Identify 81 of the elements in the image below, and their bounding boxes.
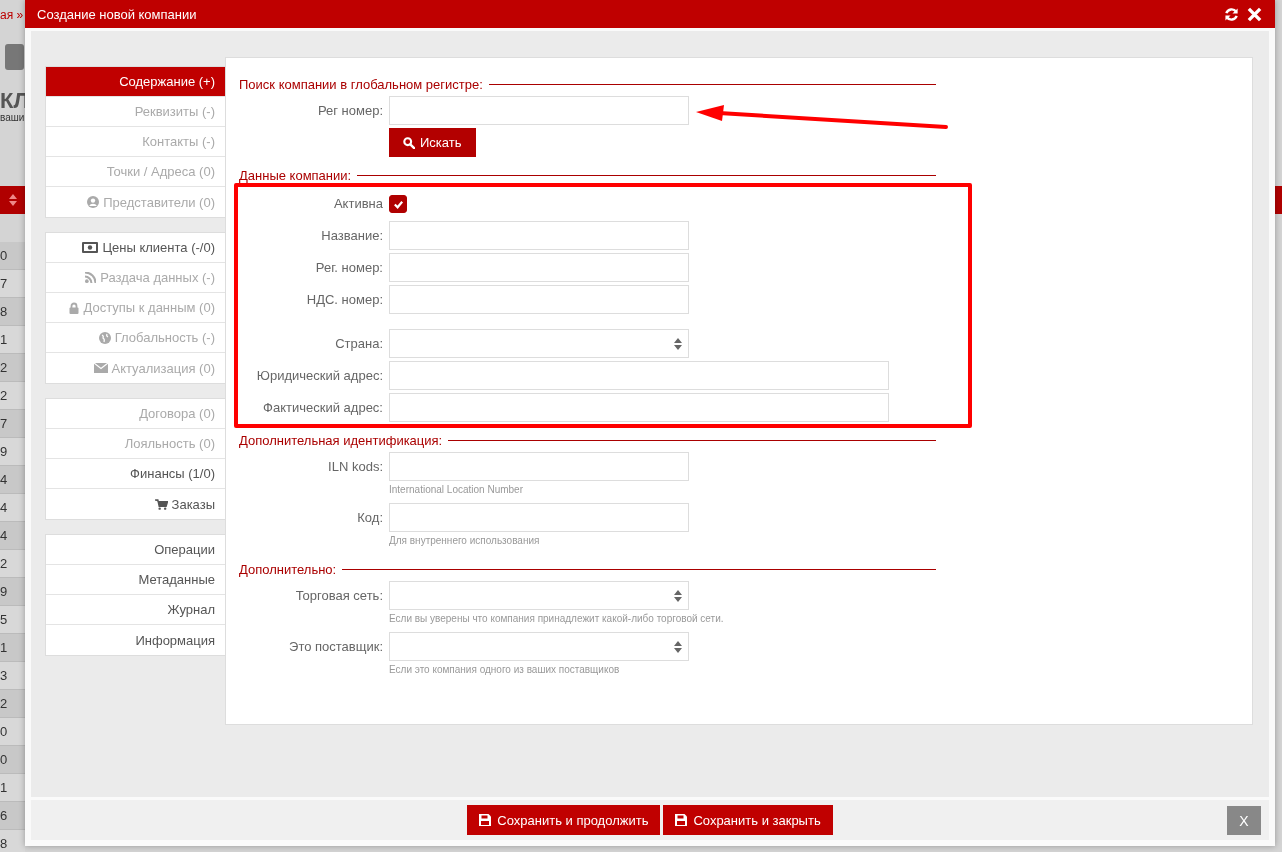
cart-icon: [154, 498, 168, 510]
table-cell: 0: [0, 248, 8, 263]
user-icon: [87, 196, 100, 208]
dropdown-icon: [674, 640, 682, 653]
input-field[interactable]: [389, 393, 889, 422]
select-field[interactable]: [389, 329, 689, 358]
table-cell: 1: [0, 640, 8, 655]
section-title: Дополнительная идентификация:: [239, 432, 443, 448]
input-field[interactable]: [389, 503, 689, 532]
sidebar-tab[interactable]: Цены клиента (-/0): [46, 233, 225, 263]
table-cell: 2: [0, 388, 8, 403]
section-title: Поиск компании в глобальном регистре:: [239, 76, 483, 92]
select-field[interactable]: [389, 632, 689, 661]
input-field[interactable]: [389, 221, 689, 250]
banknote-icon: [82, 242, 99, 253]
field-label: Рег. номер:: [314, 259, 384, 277]
field-label: Рег номер:: [316, 102, 384, 120]
table-cell: 8: [0, 304, 8, 319]
lock-icon: [69, 301, 80, 314]
close-icon[interactable]: [1247, 6, 1262, 22]
table-cell: 6: [0, 808, 8, 823]
field-label: Страна:: [334, 335, 384, 353]
section-title: Данные компании:: [239, 167, 352, 183]
input-field[interactable]: [389, 285, 689, 314]
sidebar-tab[interactable]: Информация: [46, 625, 225, 655]
field-label: НДС. номер:: [305, 291, 384, 309]
help-text: Для внутреннего использования: [389, 535, 541, 546]
search-icon: [403, 136, 415, 149]
table-cell: 4: [0, 472, 8, 487]
table-cell: 0: [0, 752, 8, 767]
globe-icon: [98, 331, 111, 344]
table-cell: 5: [0, 612, 8, 627]
table-cell: 2: [0, 360, 8, 375]
table-cell: 7: [0, 276, 8, 291]
table-cell: 0: [0, 724, 8, 739]
field-label: Код:: [356, 509, 384, 527]
table-cell: 1: [0, 332, 8, 347]
rss-icon: [85, 272, 97, 283]
sidebar-tab[interactable]: Заказы: [46, 489, 225, 519]
dropdown-icon: [674, 589, 682, 602]
field-label: Торговая сеть:: [294, 587, 384, 605]
field-label: ILN kods:: [327, 458, 384, 476]
save-button[interactable]: Сохранить и продолжить: [467, 805, 661, 835]
checkbox[interactable]: [389, 195, 407, 213]
refresh-icon[interactable]: [1224, 6, 1239, 22]
field-label: Фактический адрес:: [262, 399, 384, 417]
table-cell: 2: [0, 556, 8, 571]
table-cell: 9: [0, 584, 8, 599]
save-button[interactable]: Сохранить и закрыть: [663, 805, 833, 835]
dialog-title: Создание новой компании: [37, 6, 197, 22]
input-field[interactable]: [389, 96, 689, 125]
sidebar-tab[interactable]: Содержание (+): [46, 67, 225, 97]
table-cell: 2: [0, 696, 8, 711]
table-cell: 1: [0, 780, 8, 795]
table-cell: 8: [0, 836, 8, 851]
section-title: Дополнительно:: [239, 561, 337, 577]
input-field[interactable]: [389, 452, 689, 481]
dropdown-icon: [674, 337, 682, 350]
input-field[interactable]: [389, 361, 889, 390]
field-label: Это поставщик:: [288, 638, 384, 656]
select-field[interactable]: [389, 581, 689, 610]
help-text: Если вы уверены что компания принадлежит какой-либо торговой сети.: [389, 613, 724, 624]
help-text: International Location Number: [389, 484, 524, 495]
sort-icon[interactable]: [9, 194, 17, 206]
table-cell: 4: [0, 528, 8, 543]
table-cell: 7: [0, 416, 8, 431]
search-button[interactable]: Искать: [389, 128, 476, 157]
help-text: Если это компания одного из ваших поставщиков: [389, 664, 621, 675]
close-button[interactable]: X: [1227, 806, 1261, 835]
checkmark-icon: [392, 198, 404, 210]
table-cell: 9: [0, 444, 8, 459]
table-cell: 4: [0, 500, 8, 515]
page-subheading: ваши: [0, 112, 25, 123]
field-label: Название:: [320, 227, 384, 245]
table-cell: 3: [0, 668, 8, 683]
field-label: Активна: [332, 195, 384, 213]
breadcrumb-link[interactable]: ая »: [0, 8, 24, 22]
field-label: Юридический адрес:: [255, 367, 384, 385]
input-field[interactable]: [389, 253, 689, 282]
envelope-icon: [93, 363, 108, 373]
add-button[interactable]: [5, 44, 24, 70]
